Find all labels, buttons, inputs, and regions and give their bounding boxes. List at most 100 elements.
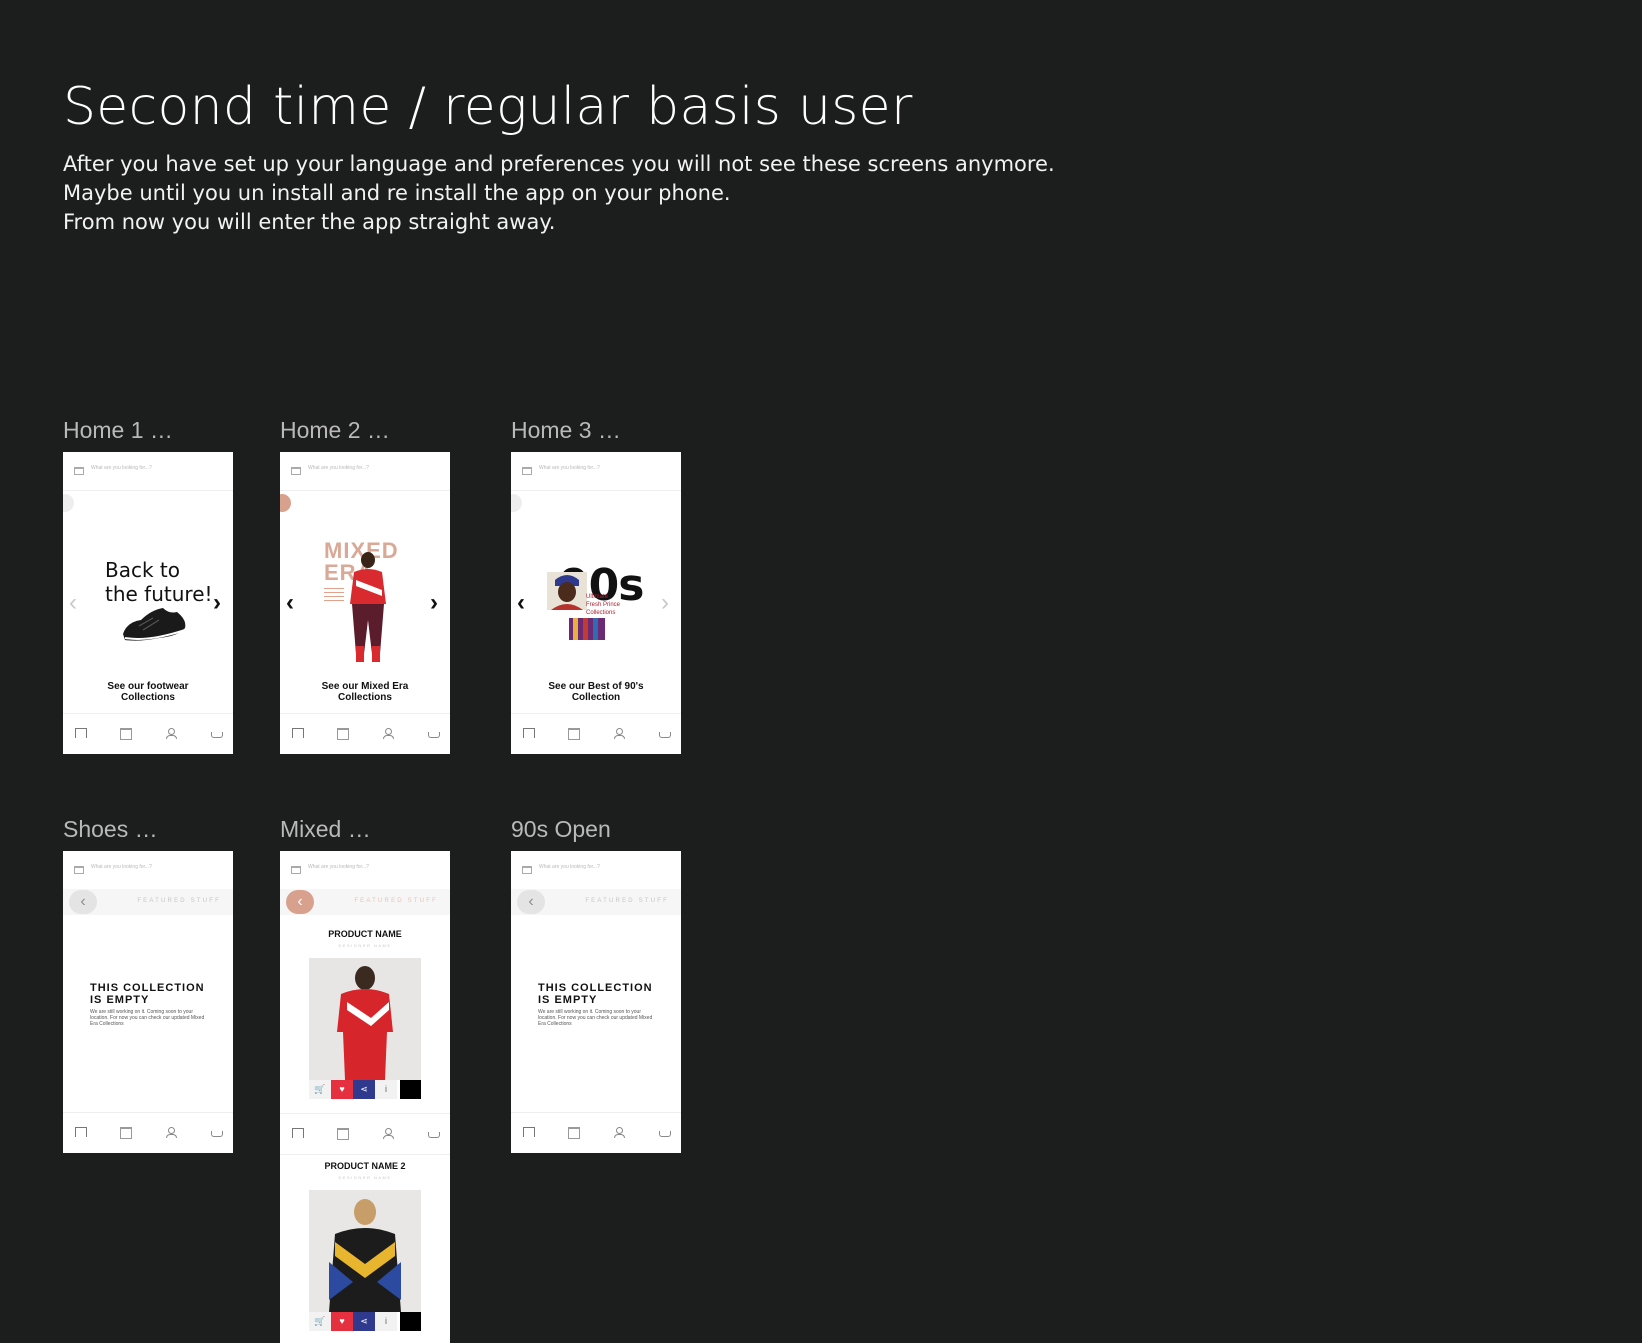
product-name[interactable]: PRODUCT NAME bbox=[280, 929, 450, 939]
hero-line-2: the future! bbox=[105, 582, 213, 606]
store-tab-icon[interactable] bbox=[120, 1127, 132, 1139]
store-logo-icon[interactable] bbox=[74, 866, 84, 874]
screen-home-1[interactable]: What are you looking for...? ‹ › Back to… bbox=[63, 452, 233, 754]
share-icon[interactable]: ⋖ bbox=[353, 1312, 375, 1331]
carousel-indicator bbox=[280, 494, 291, 512]
product-image[interactable] bbox=[309, 958, 421, 1080]
sneaker-image bbox=[123, 608, 186, 641]
cart-icon[interactable]: 🛒 bbox=[309, 1312, 331, 1331]
product-name-2[interactable]: PRODUCT NAME 2 bbox=[280, 1161, 450, 1171]
caption-line-1: See our Best of 90's bbox=[548, 681, 644, 692]
store-logo-icon[interactable] bbox=[291, 467, 301, 475]
bag-tab-icon[interactable] bbox=[428, 732, 440, 738]
search-input[interactable]: What are you looking for...? bbox=[91, 465, 152, 471]
carousel-indicator bbox=[511, 494, 522, 512]
bag-tab-icon[interactable] bbox=[211, 1131, 223, 1137]
profile-tab-icon[interactable] bbox=[166, 1127, 177, 1138]
color-swatch[interactable] bbox=[400, 1080, 421, 1099]
description-line-3: From now you will enter the app straight… bbox=[63, 210, 556, 234]
top-bar: What are you looking for...? bbox=[63, 452, 233, 491]
designer-name-2: DESIGNER NAME bbox=[338, 1175, 392, 1180]
back-button[interactable]: ‹ bbox=[286, 890, 314, 914]
profile-tab-icon[interactable] bbox=[383, 728, 394, 739]
search-input[interactable]: What are you looking for...? bbox=[539, 465, 600, 471]
back-button[interactable]: ‹ bbox=[69, 890, 97, 914]
store-logo-icon[interactable] bbox=[74, 467, 84, 475]
store-logo-icon[interactable] bbox=[291, 866, 301, 874]
empty-state-title: THIS COLLECTION IS EMPTY bbox=[538, 982, 668, 1006]
home-tab-icon[interactable] bbox=[292, 1128, 304, 1138]
store-logo-icon[interactable] bbox=[522, 866, 532, 874]
back-button[interactable]: ‹ bbox=[517, 890, 545, 914]
label-home-3: Home 3 … bbox=[511, 417, 621, 443]
product-image-2[interactable] bbox=[309, 1190, 421, 1312]
store-tab-icon[interactable] bbox=[568, 1127, 580, 1139]
search-input[interactable]: What are you looking for...? bbox=[539, 864, 600, 870]
product-photo-2 bbox=[309, 1190, 421, 1312]
heart-icon[interactable]: ♥ bbox=[331, 1080, 353, 1099]
chevron-right-icon[interactable]: › bbox=[430, 591, 438, 615]
info-icon[interactable]: i bbox=[375, 1312, 397, 1331]
bottom-nav bbox=[511, 1112, 681, 1153]
hero-caption[interactable]: See our footwear Collections bbox=[63, 681, 233, 703]
home-tab-icon[interactable] bbox=[523, 728, 535, 738]
chevron-left-icon[interactable]: ‹ bbox=[286, 591, 294, 615]
home-tab-icon[interactable] bbox=[292, 728, 304, 738]
bag-tab-icon[interactable] bbox=[659, 1131, 671, 1137]
store-logo-icon[interactable] bbox=[522, 467, 532, 475]
caption-line-1: See our Mixed Era bbox=[321, 681, 409, 692]
screen-90s-open[interactable]: What are you looking for...? ‹ FEATURED … bbox=[511, 851, 681, 1153]
profile-tab-icon[interactable] bbox=[166, 728, 177, 739]
bag-tab-icon[interactable] bbox=[659, 732, 671, 738]
store-tab-icon[interactable] bbox=[120, 728, 132, 740]
bag-tab-icon[interactable] bbox=[211, 732, 223, 738]
bag-tab-icon[interactable] bbox=[428, 1132, 440, 1138]
chevron-left-icon[interactable]: ‹ bbox=[69, 591, 77, 615]
bottom-nav bbox=[280, 713, 450, 754]
store-tab-icon[interactable] bbox=[337, 728, 349, 740]
share-icon[interactable]: ⋖ bbox=[353, 1080, 375, 1099]
cart-icon[interactable]: 🛒 bbox=[309, 1080, 331, 1099]
search-input[interactable]: What are you looking for...? bbox=[308, 465, 369, 471]
page-title: Second time / regular basis user bbox=[63, 77, 913, 137]
chevron-right-icon[interactable]: › bbox=[213, 591, 221, 615]
label-home-1: Home 1 … bbox=[63, 417, 173, 443]
caption-line-1: See our footwear bbox=[107, 681, 189, 692]
top-bar: What are you looking for...? bbox=[511, 452, 681, 491]
store-tab-icon[interactable] bbox=[568, 728, 580, 740]
heart-icon[interactable]: ♥ bbox=[331, 1312, 353, 1331]
profile-tab-icon[interactable] bbox=[614, 1127, 625, 1138]
info-icon[interactable]: i bbox=[375, 1080, 397, 1099]
empty-title-line-2: IS EMPTY bbox=[90, 994, 150, 1006]
screen-home-3[interactable]: What are you looking for...? ‹ › 90s Ult… bbox=[511, 452, 681, 754]
hero-sub-2: Fresh Prince bbox=[586, 602, 621, 608]
model-portrait-image bbox=[547, 572, 587, 610]
empty-state-text: We are still working on it. Coming soon … bbox=[90, 1009, 205, 1027]
product-actions-2: 🛒 ♥ ⋖ i bbox=[309, 1312, 421, 1331]
bottom-nav bbox=[63, 1112, 233, 1153]
chevron-right-icon[interactable]: › bbox=[661, 591, 669, 615]
home-tab-icon[interactable] bbox=[523, 1127, 535, 1137]
product-photo bbox=[309, 958, 421, 1080]
profile-tab-icon[interactable] bbox=[383, 1128, 394, 1139]
hero-caption[interactable]: See our Mixed Era Collections bbox=[280, 681, 450, 703]
profile-tab-icon[interactable] bbox=[614, 728, 625, 739]
featured-label: FEATURED STUFF bbox=[354, 898, 438, 904]
screen-shoes[interactable]: What are you looking for...? ‹ FEATURED … bbox=[63, 851, 233, 1153]
store-tab-icon[interactable] bbox=[337, 1128, 349, 1140]
hero-headline: Back to the future! bbox=[105, 558, 213, 606]
caption-line-2: Collection bbox=[571, 692, 621, 703]
featured-label: FEATURED STUFF bbox=[585, 898, 669, 904]
caption-line-2: Collections bbox=[121, 692, 175, 703]
hero-subtext: Ultimate Fresh Prince Collections bbox=[586, 593, 620, 617]
color-swatch[interactable] bbox=[400, 1312, 421, 1331]
home-tab-icon[interactable] bbox=[75, 1127, 87, 1137]
search-input[interactable]: What are you looking for...? bbox=[308, 864, 369, 870]
chevron-left-icon[interactable]: ‹ bbox=[517, 591, 525, 615]
screen-mixed[interactable]: What are you looking for...? ‹ FEATURED … bbox=[280, 851, 450, 1343]
empty-title-line-1: THIS COLLECTION bbox=[90, 982, 205, 994]
screen-home-2[interactable]: What are you looking for...? ‹ › MIXED E… bbox=[280, 452, 450, 754]
home-tab-icon[interactable] bbox=[75, 728, 87, 738]
hero-caption[interactable]: See our Best of 90's Collection bbox=[511, 681, 681, 703]
search-input[interactable]: What are you looking for...? bbox=[91, 864, 152, 870]
